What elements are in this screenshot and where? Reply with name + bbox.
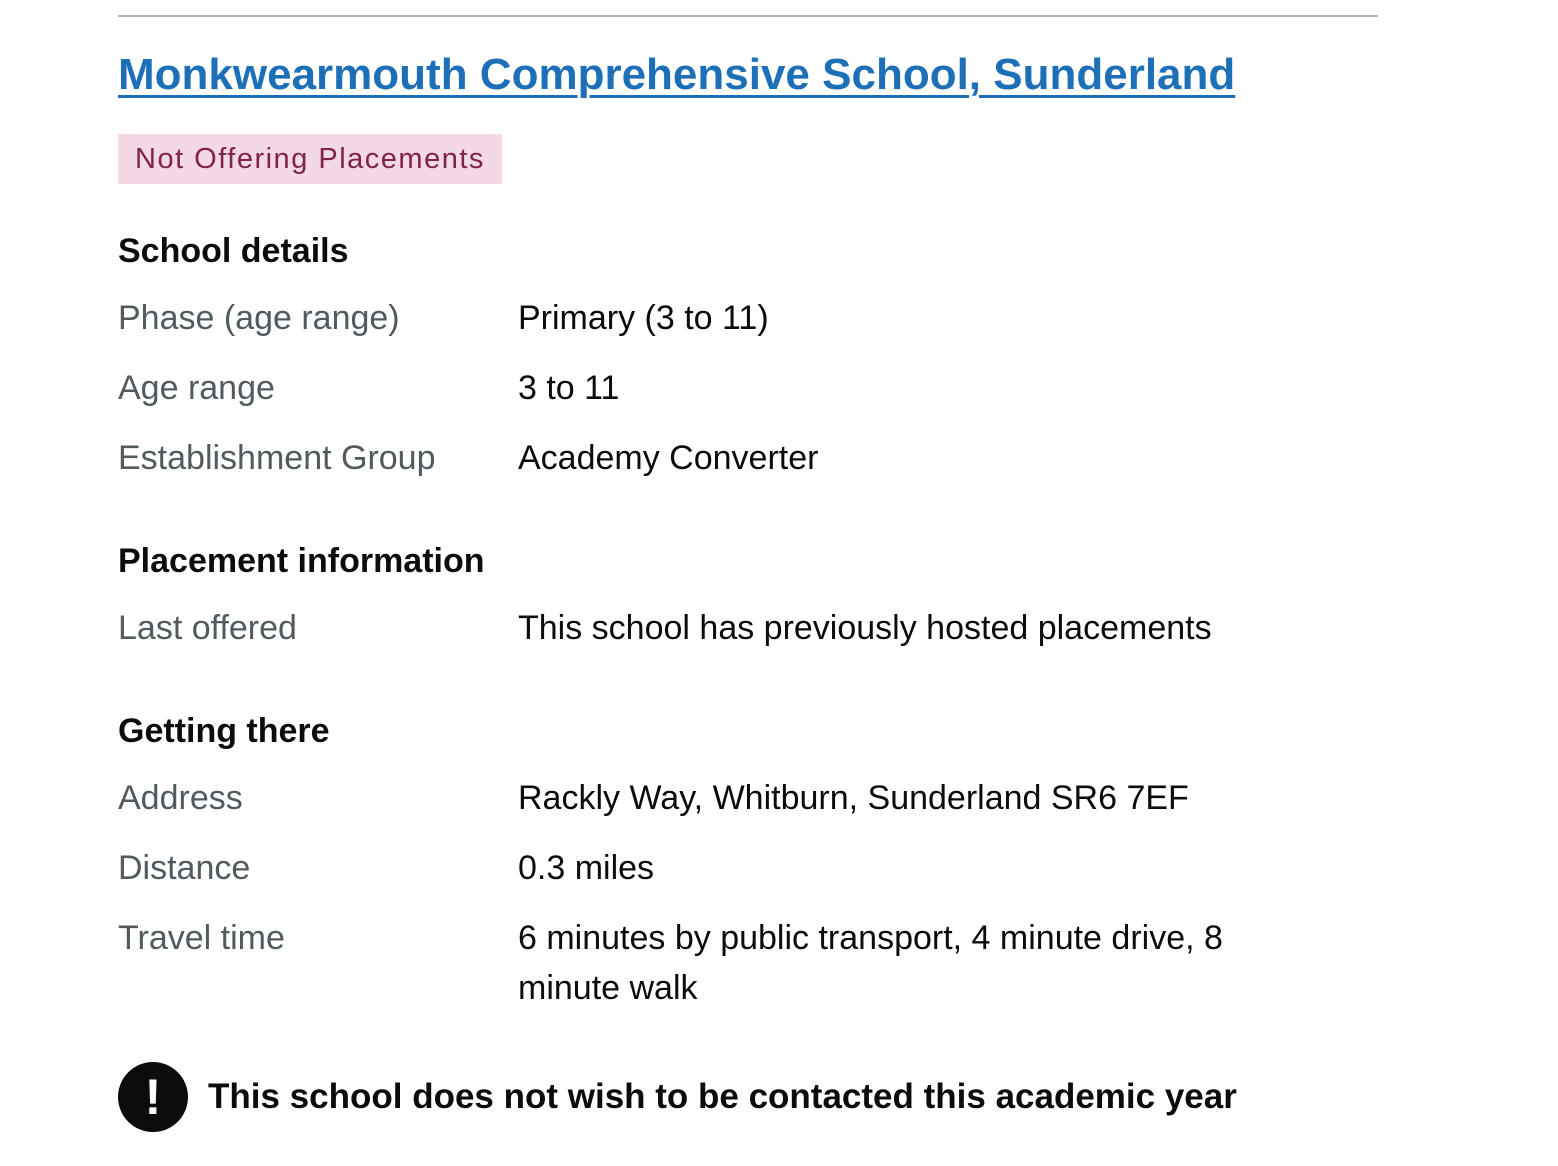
- summary-value: Rackly Way, Whitburn, Sunderland SR6 7EF: [518, 779, 1189, 817]
- summary-key: Distance: [118, 849, 251, 887]
- summary-value: This school has previously hosted placem…: [518, 609, 1212, 647]
- summary-value: 3 to 11: [518, 369, 620, 407]
- warning-text-block: ! This school does not wish to be contac…: [118, 1062, 1378, 1134]
- summary-value: Academy Converter: [518, 439, 819, 477]
- school-name-link[interactable]: Monkwearmouth Comprehensive School, Sund…: [118, 50, 1235, 100]
- summary-key: Travel time: [118, 919, 285, 957]
- exclamation-icon: !: [118, 1062, 188, 1132]
- summary-value: Primary (3 to 11): [518, 299, 769, 337]
- summary-key: Establishment Group: [118, 439, 436, 477]
- summary-key: Age range: [118, 369, 275, 407]
- summary-key: Phase (age range): [118, 299, 400, 337]
- status-tag: Not Offering Placements: [118, 134, 502, 184]
- warning-message: This school does not wish to be contacte…: [208, 1077, 1237, 1116]
- placement-information-heading: Placement information: [118, 542, 485, 580]
- summary-key: Address: [118, 779, 243, 817]
- summary-value: 0.3 miles: [518, 849, 655, 887]
- summary-value: 6 minutes by public transport, 4 minute …: [518, 919, 1223, 1007]
- summary-key: Last offered: [118, 609, 297, 647]
- section-divider: [118, 15, 1378, 17]
- getting-there-heading: Getting there: [118, 712, 330, 750]
- school-details-heading: School details: [118, 232, 349, 270]
